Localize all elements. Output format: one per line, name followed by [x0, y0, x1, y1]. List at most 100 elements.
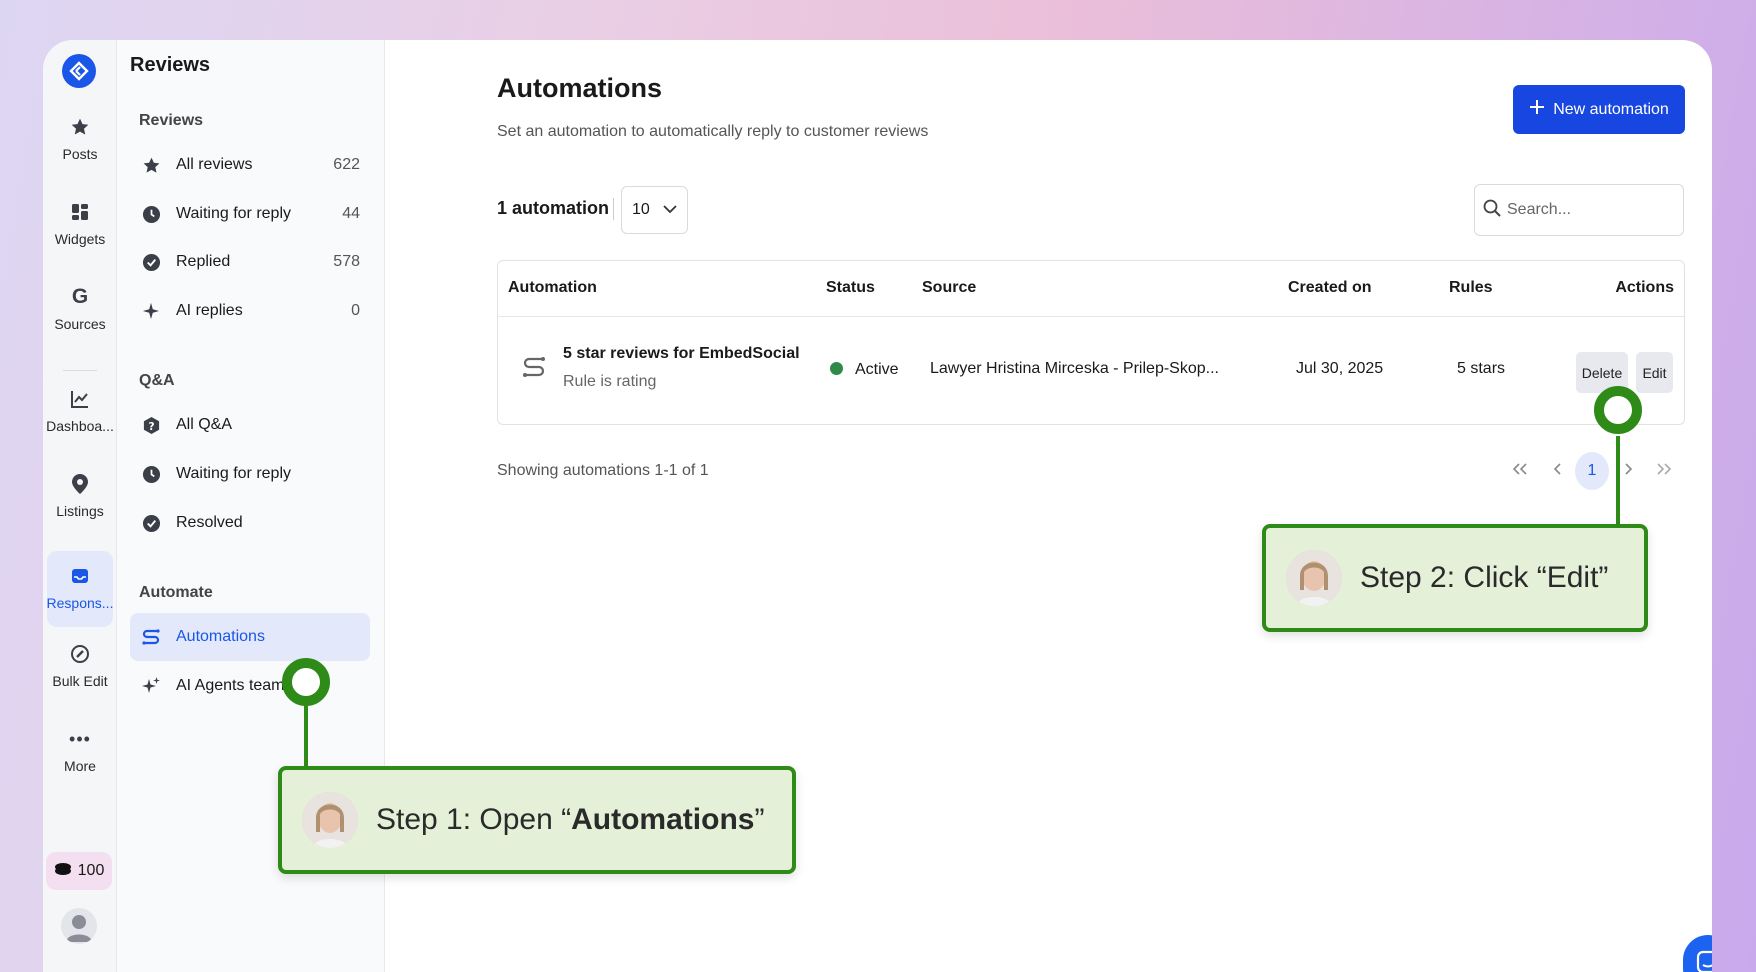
callout-step-1-text: Step 1: Open “Automations”	[376, 803, 765, 836]
chevron-right-icon	[1625, 462, 1633, 480]
last-page-button[interactable]	[1649, 452, 1679, 490]
page-1-button[interactable]: 1	[1575, 452, 1609, 490]
logo-icon[interactable]	[62, 54, 96, 88]
edit-icon	[69, 643, 91, 665]
sidebar-item-waiting-reply[interactable]: Waiting for reply 44	[130, 190, 370, 238]
star-icon	[140, 154, 162, 176]
chart-line-icon	[69, 388, 91, 410]
status-cell: Active	[830, 361, 899, 379]
sidebar-item-resolved[interactable]: Resolved	[130, 499, 370, 547]
automation-count: 1 automation	[497, 198, 610, 218]
rail-label: Listings	[56, 503, 104, 519]
sidebar-item-label: Waiting for reply	[176, 205, 291, 222]
sidebar-item-label: Waiting for reply	[176, 465, 291, 482]
sidebar-item-label: All Q&A	[176, 416, 233, 433]
search-input[interactable]	[1507, 201, 1667, 219]
status-text: Active	[855, 361, 899, 378]
sidebar-item-label: AI replies	[176, 302, 243, 319]
pagination-summary: Showing automations 1-1 of 1	[497, 462, 709, 479]
column-header-created[interactable]: Created on	[1288, 279, 1372, 297]
callout-2-connector	[1616, 436, 1620, 528]
automation-rule-summary: Rule is rating	[563, 373, 657, 390]
sidebar-item-label: Replied	[176, 253, 231, 270]
rail-item-dashboard[interactable]: Dashboa...	[46, 374, 114, 450]
plus-icon	[1529, 99, 1545, 120]
user-avatar[interactable]	[61, 908, 97, 944]
dots-icon: •••	[69, 728, 91, 749]
rail-item-sources[interactable]: G Sources	[47, 272, 113, 348]
table-row[interactable]: 5 star reviews for EmbedSocial Rule is r…	[498, 317, 1684, 425]
chevrons-right-icon	[1656, 462, 1672, 480]
nav-rail: Posts Widgets G Sources Dashboa... Listi…	[43, 40, 117, 972]
guide-avatar	[302, 792, 358, 848]
new-automation-label: New automation	[1553, 100, 1669, 118]
column-header-source[interactable]: Source	[922, 279, 976, 297]
callout-step-2-text: Step 2: Click “Edit”	[1360, 561, 1609, 594]
sidebar-item-label: All reviews	[176, 156, 253, 173]
rail-label: Bulk Edit	[52, 673, 108, 689]
chevron-down-icon	[663, 201, 677, 219]
rail-label: Widgets	[54, 231, 106, 247]
sidebar-item-ai-replies[interactable]: AI replies 0	[130, 287, 370, 335]
sidebar-item-count: 44	[342, 205, 360, 222]
sidebar-title: Reviews	[130, 54, 211, 76]
rail-item-posts[interactable]: Posts	[47, 102, 113, 178]
automation-name[interactable]: 5 star reviews for EmbedSocial	[563, 345, 800, 363]
chevrons-left-icon	[1512, 462, 1528, 480]
coins-icon	[54, 862, 72, 881]
rail-item-listings[interactable]: Listings	[47, 459, 113, 535]
prev-page-button[interactable]	[1545, 452, 1569, 490]
sidebar-item-count: 578	[333, 253, 360, 270]
star-icon	[69, 116, 91, 138]
created-cell: Jul 30, 2025	[1296, 360, 1384, 377]
source-cell: Lawyer Hristina Mirceska - Prilep-Skop..…	[930, 360, 1219, 377]
sidebar-item-all-qa[interactable]: ? All Q&A	[130, 401, 370, 449]
google-icon: G	[71, 285, 89, 308]
per-page-select[interactable]: 10	[621, 186, 688, 234]
automations-table: Automation Status Source Created on Rule…	[497, 260, 1685, 425]
sidebar-item-ai-agents[interactable]: AI Agents team	[130, 662, 370, 710]
column-header-automation[interactable]: Automation	[508, 279, 597, 297]
rail-item-widgets[interactable]: Widgets	[47, 187, 113, 263]
new-automation-button[interactable]: New automation	[1513, 85, 1685, 134]
automation-icon	[140, 626, 162, 648]
section-qa: Q&A	[139, 372, 175, 389]
rail-item-bulk-edit[interactable]: Bulk Edit	[47, 629, 113, 705]
widgets-icon	[69, 201, 91, 223]
section-automate: Automate	[139, 584, 213, 601]
svg-text:?: ?	[148, 420, 154, 432]
inbox-icon	[69, 565, 91, 587]
chevron-left-icon	[1553, 462, 1561, 480]
count-divider	[613, 198, 614, 220]
map-pin-icon	[69, 473, 91, 495]
rail-label: More	[64, 758, 96, 774]
rail-item-responses[interactable]: Respons...	[47, 551, 113, 627]
rules-cell: 5 stars	[1457, 360, 1506, 377]
sparkles-icon	[140, 675, 162, 697]
per-page-value: 10	[632, 201, 650, 218]
sidebar-item-label: AI Agents team	[176, 677, 285, 694]
rail-label: Respons...	[46, 595, 114, 611]
page-subtitle: Set an automation to automatically reply…	[497, 123, 929, 140]
callout-2-marker	[1594, 386, 1642, 434]
automation-cell: 5 star reviews for EmbedSocial Rule is r…	[563, 345, 800, 391]
sidebar-item-replied[interactable]: Replied 578	[130, 238, 370, 286]
edit-button[interactable]: Edit	[1636, 352, 1673, 393]
sidebar-item-qa-waiting[interactable]: Waiting for reply	[130, 450, 370, 498]
first-page-button[interactable]	[1505, 452, 1535, 490]
column-header-status[interactable]: Status	[826, 279, 875, 297]
credits-count: 100	[77, 862, 105, 879]
rail-item-more[interactable]: ••• More	[47, 714, 113, 790]
automation-icon	[522, 355, 546, 386]
sidebar-item-label: Automations	[176, 628, 265, 645]
credits-badge[interactable]: 100	[46, 852, 112, 890]
check-circle-icon	[140, 251, 162, 273]
rail-label: Dashboa...	[46, 418, 114, 434]
next-page-button[interactable]	[1617, 452, 1641, 490]
search-box[interactable]	[1474, 184, 1684, 236]
column-header-rules[interactable]: Rules	[1449, 279, 1493, 297]
section-reviews: Reviews	[139, 112, 204, 129]
sidebar-item-all-reviews[interactable]: All reviews 622	[130, 141, 370, 189]
sidebar-item-automations[interactable]: Automations	[130, 613, 370, 661]
callout-1-marker	[282, 658, 330, 706]
